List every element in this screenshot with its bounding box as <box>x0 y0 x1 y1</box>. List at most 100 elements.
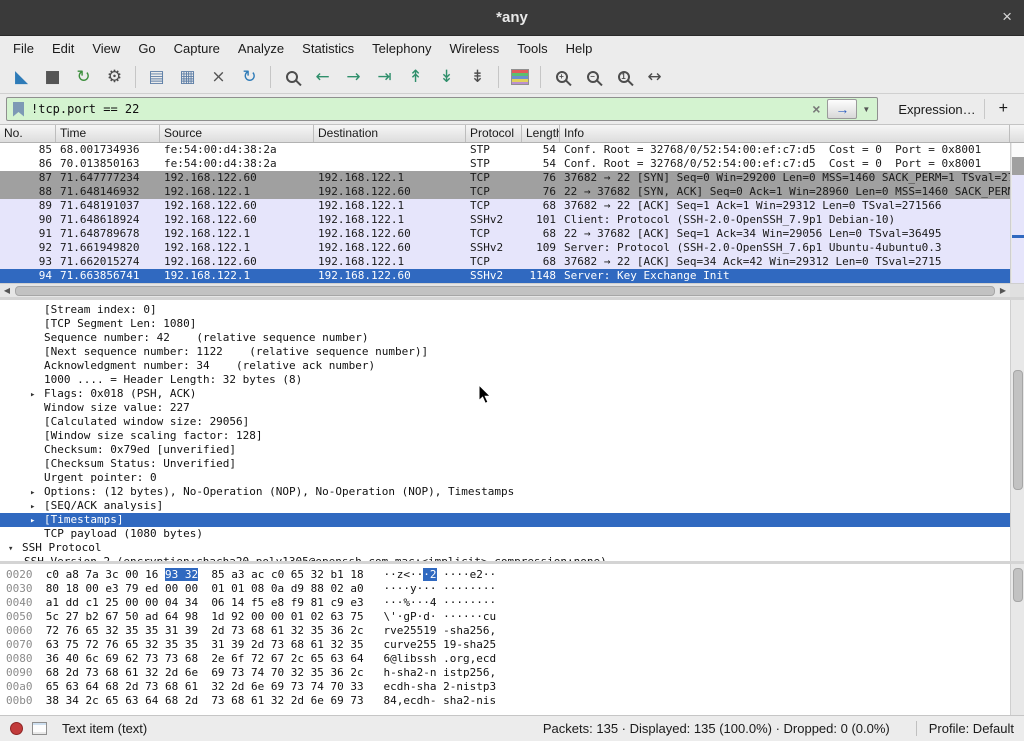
find-packet-icon[interactable] <box>276 64 307 91</box>
stop-capture-icon[interactable]: ■ <box>37 64 68 91</box>
scroll-right-icon[interactable]: ▶ <box>996 286 1010 295</box>
packet-row[interactable]: 9071.648618924192.168.122.60192.168.122.… <box>0 213 1010 227</box>
detail-line[interactable]: Checksum: 0x79ed [unverified] <box>0 443 1010 457</box>
hex-row[interactable]: 00a0 65 63 64 68 2d 73 68 61 32 2d 6e 69… <box>6 680 1010 694</box>
detail-line[interactable]: [Next sequence number: 1122 (relative se… <box>0 345 1010 359</box>
expert-info-icon[interactable] <box>10 722 23 735</box>
capture-comment-icon[interactable] <box>32 722 47 735</box>
expander-collapsed-icon[interactable]: ▸ <box>30 388 44 402</box>
detail-line[interactable]: ▾SSH Protocol <box>0 541 1010 555</box>
detail-line[interactable]: Urgent pointer: 0 <box>0 471 1010 485</box>
packet-row[interactable]: 8670.013850163fe:54:00:d4:38:2aSTP54Conf… <box>0 157 1010 171</box>
reload-capture-file-icon[interactable]: ↻ <box>234 64 265 91</box>
detail-line[interactable]: [Checksum Status: Unverified] <box>0 457 1010 471</box>
zoom-out-icon[interactable]: − <box>577 64 608 91</box>
packet-list-vertical-scrollbar[interactable] <box>1010 143 1024 283</box>
packet-row[interactable]: 8771.647777234192.168.122.60192.168.122.… <box>0 171 1010 185</box>
filter-bookmark-icon[interactable] <box>13 102 24 117</box>
resize-columns-icon[interactable]: ↔ <box>639 64 670 91</box>
auto-scroll-icon[interactable]: ⇟ <box>462 64 493 91</box>
status-profile[interactable]: Profile: Default <box>916 721 1014 736</box>
filter-history-caret-icon[interactable]: ▼ <box>859 105 877 114</box>
colorize-packets-icon[interactable] <box>504 64 535 91</box>
column-header-length[interactable]: Length <box>522 125 560 142</box>
detail-line[interactable]: ▸[SEQ/ACK analysis] <box>0 499 1010 513</box>
menu-telephony[interactable]: Telephony <box>363 38 440 59</box>
column-header-info[interactable]: Info <box>560 125 1010 142</box>
add-filter-button[interactable]: + <box>984 99 1018 119</box>
hex-row[interactable]: 0050 5c 27 b2 67 50 ad 64 98 1d 92 00 00… <box>6 610 1010 624</box>
capture-options-icon[interactable]: ⚙ <box>99 64 130 91</box>
zoom-original-icon[interactable]: 1 <box>608 64 639 91</box>
column-header-time[interactable]: Time <box>56 125 160 142</box>
hex-row[interactable]: 0090 68 2d 73 68 61 32 2d 6e 69 73 74 70… <box>6 666 1010 680</box>
menu-capture[interactable]: Capture <box>165 38 229 59</box>
detail-line[interactable]: ▸Flags: 0x018 (PSH, ACK) <box>0 387 1010 401</box>
expander-collapsed-icon[interactable]: ▸ <box>30 500 44 514</box>
hex-row[interactable]: 0020 c0 a8 7a 3c 00 16 93 32 85 a3 ac c0… <box>6 568 1010 582</box>
filter-clear-icon[interactable]: × <box>805 101 827 117</box>
hex-row[interactable]: 0040 a1 dd c1 25 00 00 04 34 06 14 f5 e8… <box>6 596 1010 610</box>
horizontal-scroll-thumb[interactable] <box>15 286 995 296</box>
menu-edit[interactable]: Edit <box>43 38 83 59</box>
details-scroll-thumb[interactable] <box>1013 370 1023 490</box>
detail-line[interactable]: ▸Options: (12 bytes), No-Operation (NOP)… <box>0 485 1010 499</box>
menu-statistics[interactable]: Statistics <box>293 38 363 59</box>
menu-go[interactable]: Go <box>129 38 164 59</box>
detail-line[interactable]: [Window size scaling factor: 128] <box>0 429 1010 443</box>
go-to-packet-icon[interactable]: ⇥ <box>369 64 400 91</box>
expression-button[interactable]: Expression… <box>890 99 983 120</box>
packet-row[interactable]: 9171.648789678192.168.122.1192.168.122.6… <box>0 227 1010 241</box>
save-capture-file-icon[interactable]: ▦ <box>172 64 203 91</box>
packet-row[interactable]: 8871.648146932192.168.122.1192.168.122.6… <box>0 185 1010 199</box>
detail-line[interactable]: Window size value: 227 <box>0 401 1010 415</box>
hex-row[interactable]: 00b0 38 34 2c 65 63 64 68 2d 73 68 61 32… <box>6 694 1010 708</box>
hex-row[interactable]: 0030 80 18 00 e3 79 ed 00 00 01 01 08 0a… <box>6 582 1010 596</box>
close-capture-file-icon[interactable]: × <box>203 64 234 91</box>
detail-line[interactable]: Acknowledgment number: 34 (relative ack … <box>0 359 1010 373</box>
packet-row[interactable]: 8971.648191037192.168.122.60192.168.122.… <box>0 199 1010 213</box>
packet-row[interactable]: 9271.661949820192.168.122.1192.168.122.6… <box>0 241 1010 255</box>
menu-wireless[interactable]: Wireless <box>440 38 508 59</box>
expander-expanded-icon[interactable]: ▾ <box>8 542 22 556</box>
packet-row[interactable]: 8568.001734936fe:54:00:d4:38:2aSTP54Conf… <box>0 143 1010 157</box>
go-last-packet-icon[interactable]: ↡ <box>431 64 462 91</box>
detail-line[interactable]: ▸[Timestamps] <box>0 513 1010 527</box>
expander-collapsed-icon[interactable]: ▸ <box>30 486 44 500</box>
go-forward-icon[interactable]: → <box>338 64 369 91</box>
column-header-destination[interactable]: Destination <box>314 125 466 142</box>
filter-apply-button[interactable]: → <box>827 99 857 119</box>
column-header-protocol[interactable]: Protocol <box>466 125 522 142</box>
detail-line[interactable]: Sequence number: 42 (relative sequence n… <box>0 331 1010 345</box>
bytes-scroll-thumb[interactable] <box>1013 568 1023 602</box>
detail-line[interactable]: [Calculated window size: 29056] <box>0 415 1010 429</box>
expander-collapsed-icon[interactable]: ▸ <box>30 514 44 528</box>
menu-view[interactable]: View <box>83 38 129 59</box>
display-filter-input[interactable] <box>31 102 805 116</box>
menu-file[interactable]: File <box>4 38 43 59</box>
menu-help[interactable]: Help <box>557 38 602 59</box>
restart-capture-icon[interactable]: ↻ <box>68 64 99 91</box>
start-capture-icon[interactable]: ◣ <box>6 64 37 91</box>
packet-list-horizontal-scrollbar[interactable]: ◀ ▶ <box>0 283 1010 297</box>
open-capture-file-icon[interactable]: ▤ <box>141 64 172 91</box>
go-first-packet-icon[interactable]: ↟ <box>400 64 431 91</box>
zoom-in-icon[interactable]: + <box>546 64 577 91</box>
menu-tools[interactable]: Tools <box>508 38 556 59</box>
column-header-source[interactable]: Source <box>160 125 314 142</box>
bytes-vertical-scrollbar[interactable] <box>1010 564 1024 715</box>
go-back-icon[interactable]: ← <box>307 64 338 91</box>
hex-row[interactable]: 0080 36 40 6c 69 62 73 73 68 2e 6f 72 67… <box>6 652 1010 666</box>
menu-analyze[interactable]: Analyze <box>229 38 293 59</box>
close-icon[interactable]: × <box>1002 7 1012 27</box>
details-vertical-scrollbar[interactable] <box>1010 300 1024 561</box>
hex-row[interactable]: 0070 63 75 72 76 65 32 35 35 31 39 2d 73… <box>6 638 1010 652</box>
detail-line[interactable]: [Stream index: 0] <box>0 303 1010 317</box>
hex-row[interactable]: 0060 72 76 65 32 35 35 31 39 2d 73 68 61… <box>6 624 1010 638</box>
detail-line[interactable]: TCP payload (1080 bytes) <box>0 527 1010 541</box>
column-header-no[interactable]: No. <box>0 125 56 142</box>
packet-row[interactable]: 9471.663856741192.168.122.1192.168.122.6… <box>0 269 1010 283</box>
detail-line[interactable]: 1000 .... = Header Length: 32 bytes (8) <box>0 373 1010 387</box>
packet-row[interactable]: 9371.662015274192.168.122.60192.168.122.… <box>0 255 1010 269</box>
scroll-left-icon[interactable]: ◀ <box>0 286 14 295</box>
